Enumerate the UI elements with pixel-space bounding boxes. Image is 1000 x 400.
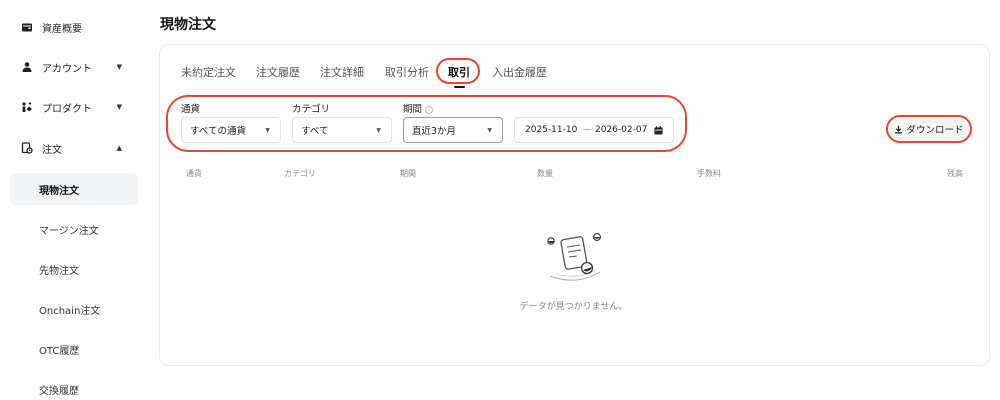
category-select-value: すべて (301, 126, 329, 137)
content-card (159, 44, 990, 366)
sidebar-subitem-otc-history[interactable]: OTC履歴 (10, 333, 138, 365)
page-title: 現物注文 (160, 17, 216, 33)
currency-select[interactable]: すべての通貨 ▼ (181, 117, 281, 143)
tab-active-indicator (454, 86, 465, 88)
tab-order-details[interactable]: 注文詳細 (320, 63, 364, 83)
currency-filter-label: 通貨 (181, 104, 201, 115)
period-label-text: 期間 (403, 104, 423, 115)
calendar-icon[interactable] (654, 126, 663, 135)
chevron-down-icon: ▼ (487, 126, 492, 134)
date-from[interactable]: 2025-11-10 (525, 125, 577, 135)
table-header-fee: 手数料 (697, 169, 721, 178)
tab-order-history[interactable]: 注文履歴 (256, 63, 300, 83)
empty-state-text: データが見つかりません。 (519, 302, 628, 312)
product-icon (20, 100, 34, 114)
table-header-period: 期間 (400, 169, 416, 178)
category-select[interactable]: すべて ▼ (292, 117, 392, 143)
tab-trade-analysis[interactable]: 取引分析 (385, 63, 429, 83)
tab-deposit-withdrawal-history[interactable]: 入出金履歴 (492, 63, 547, 83)
chevron-down-icon: ▼ (116, 63, 122, 71)
sidebar-item-account[interactable]: アカウント ▼ (10, 51, 138, 83)
sidebar-subitem-margin-orders[interactable]: マージン注文 (10, 213, 138, 245)
sidebar-item-product[interactable]: プロダクト ▼ (10, 91, 138, 123)
empty-state-message: データが見つかりません。 (0, 299, 1000, 312)
sidebar: 資産概要 アカウント ▼ プロダクト ▼ 注文 ▲ 現物注文 マージン注文 先物… (0, 0, 148, 400)
download-button-label: ダウンロード (906, 125, 964, 136)
tab-trades[interactable]: 取引 (448, 63, 470, 83)
table-header-currency: 通貨 (186, 169, 202, 178)
sidebar-item-label: 注文 (42, 144, 62, 156)
chevron-down-icon: ▼ (265, 126, 270, 134)
info-icon[interactable]: i (425, 105, 434, 114)
date-separator: — (583, 125, 592, 135)
download-icon (895, 125, 903, 133)
sidebar-item-label: アカウント (42, 63, 92, 75)
sidebar-item-label: 資産概要 (42, 23, 82, 35)
user-icon (20, 60, 34, 74)
chevron-down-icon: ▼ (116, 103, 122, 111)
period-select-value: 直近3か月 (412, 126, 457, 137)
sidebar-subitem-futures-orders[interactable]: 先物注文 (10, 253, 138, 285)
date-range-picker[interactable]: 2025-11-10 — 2026-02-07 (514, 117, 674, 143)
category-filter-label: カテゴリ (292, 104, 331, 115)
period-filter-label: 期間 i (403, 101, 434, 115)
date-to[interactable]: 2026-02-07 (595, 125, 647, 135)
table-header-quantity: 数量 (537, 169, 553, 178)
currency-select-value: すべての通貨 (190, 126, 246, 137)
chevron-down-icon: ▼ (376, 126, 381, 134)
table-header-balance: 残高 (947, 169, 963, 178)
sidebar-subitem-exchange-history[interactable]: 交換履歴 (10, 373, 138, 400)
chevron-up-icon: ▲ (116, 144, 122, 152)
sidebar-subitem-spot-orders[interactable]: 現物注文 (10, 173, 138, 205)
sidebar-item-orders[interactable]: 注文 ▲ (10, 132, 138, 164)
empty-state-illustration-icon (547, 233, 601, 281)
sidebar-item-label: プロダクト (42, 103, 92, 115)
table-header-category: カテゴリ (284, 169, 316, 178)
sidebar-item-assets[interactable]: 資産概要 (10, 11, 138, 43)
tab-open-orders[interactable]: 未約定注文 (181, 63, 236, 83)
download-button[interactable]: ダウンロード (891, 118, 967, 140)
order-icon (20, 141, 34, 155)
period-select[interactable]: 直近3か月 ▼ (403, 117, 503, 143)
wallet-icon (20, 20, 34, 34)
